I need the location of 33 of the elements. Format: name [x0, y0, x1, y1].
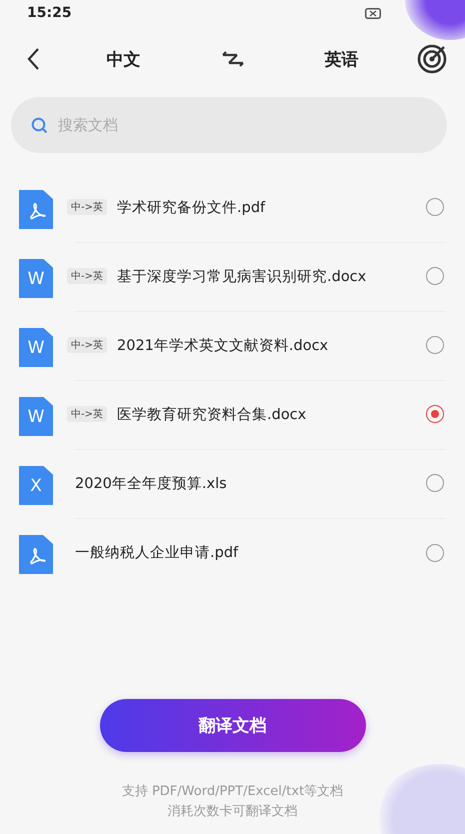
excel-file-icon: X — [19, 466, 53, 505]
back-icon[interactable] — [26, 47, 40, 71]
pdf-icon — [19, 190, 53, 229]
radio-button[interactable] — [426, 474, 444, 492]
language-tag: 中->英 — [67, 199, 107, 215]
search-icon — [31, 116, 48, 134]
radio-button[interactable] — [426, 198, 444, 216]
word-file-icon: W — [19, 397, 53, 436]
word-file-icon: W — [19, 328, 53, 367]
radio-button[interactable] — [426, 267, 444, 285]
footer-note: 消耗次数卡可翻译文档 — [168, 803, 298, 820]
file-name[interactable]: 基于深度学习常见病害识别研究.docx — [117, 266, 426, 286]
pdf-icon — [19, 535, 53, 574]
word-file-icon: W — [19, 259, 53, 298]
target-icon[interactable] — [417, 44, 447, 74]
language-tag: 中->英 — [67, 268, 107, 284]
status-time: 15:25 — [27, 5, 72, 21]
file-name[interactable]: 学术研究备份文件.pdf — [117, 198, 426, 216]
language-tag: 中->英 — [67, 406, 107, 422]
language-tag: 中->英 — [67, 337, 107, 353]
search-field[interactable]: 搜索文档 — [56, 115, 427, 135]
radio-button[interactable] — [426, 336, 444, 354]
file-name[interactable]: 一般纳税人企业申请.pdf — [75, 543, 426, 562]
file-name[interactable]: 2020年全年度预算.xls — [75, 474, 426, 492]
footer-note: 支持 PDF/Word/PPT/Excel/txt等文档 — [122, 783, 344, 800]
file-name[interactable]: 医学教育研究资料合集.docx — [117, 404, 426, 424]
target-language[interactable]: 英语 — [324, 48, 358, 70]
source-language[interactable]: 中文 — [106, 48, 140, 70]
radio-button[interactable] — [426, 405, 444, 423]
file-name[interactable]: 2021年学术英文文献资料.docx — [117, 336, 426, 354]
radio-button[interactable] — [426, 544, 444, 562]
translate-button[interactable]: 翻译文档 — [100, 699, 366, 752]
search-bar[interactable]: 搜索文档 — [11, 97, 447, 153]
